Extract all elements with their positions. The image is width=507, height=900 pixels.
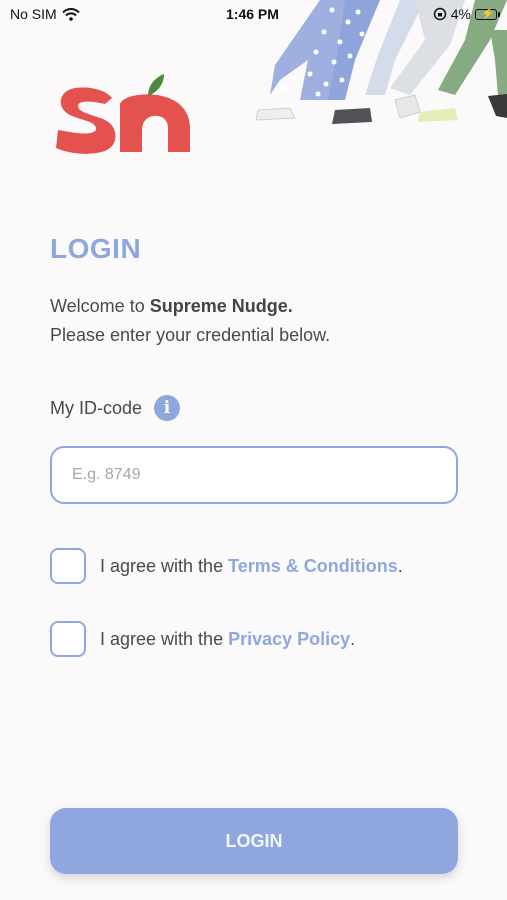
terms-suffix: .	[397, 555, 403, 576]
status-left: No SIM	[10, 6, 80, 22]
battery-icon: ⚡	[475, 8, 500, 20]
login-button[interactable]: LOGIN	[50, 808, 458, 874]
terms-prefix: I agree with the	[100, 555, 229, 576]
privacy-prefix: I agree with the	[100, 628, 229, 649]
status-bar: No SIM 1:46 PM 4% ⚡	[0, 0, 507, 28]
id-code-label: My ID-code	[50, 397, 143, 418]
app-name: Supreme Nudge.	[149, 296, 293, 316]
wifi-icon	[61, 7, 80, 21]
privacy-text: I agree with the Privacy Policy.	[100, 629, 355, 650]
id-code-input[interactable]	[50, 446, 458, 504]
info-icon[interactable]: i	[154, 395, 181, 421]
privacy-suffix: .	[350, 628, 356, 649]
carrier-label: No SIM	[10, 6, 57, 22]
orientation-lock-icon	[433, 7, 447, 21]
terms-checkbox[interactable]	[50, 548, 86, 584]
status-time: 1:46 PM	[226, 6, 279, 22]
privacy-link[interactable]: Privacy Policy	[228, 629, 350, 649]
welcome-prefix: Welcome to	[50, 296, 150, 316]
terms-agreement-row: I agree with the Terms & Conditions.	[50, 548, 403, 584]
status-right: 4% ⚡	[433, 6, 500, 22]
welcome-subtitle: Please enter your credential below.	[50, 325, 331, 345]
id-code-label-row: My ID-code i	[50, 395, 181, 421]
welcome-text: Welcome to Supreme Nudge. Please enter y…	[50, 292, 330, 350]
privacy-agreement-row: I agree with the Privacy Policy.	[50, 621, 355, 657]
page-title: LOGIN	[50, 233, 142, 264]
supreme-nudge-logo	[56, 74, 190, 154]
privacy-checkbox[interactable]	[50, 621, 86, 657]
battery-percent: 4%	[450, 6, 471, 22]
terms-link[interactable]: Terms & Conditions	[228, 556, 398, 576]
terms-text: I agree with the Terms & Conditions.	[100, 556, 403, 577]
